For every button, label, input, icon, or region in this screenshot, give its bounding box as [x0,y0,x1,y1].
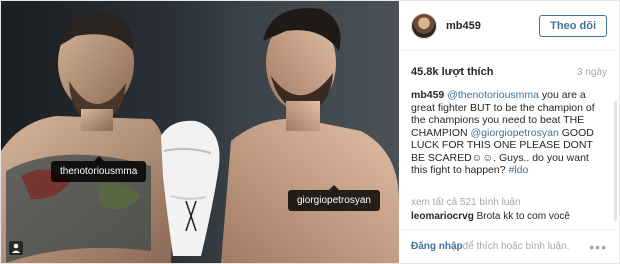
post-time[interactable]: 3 ngày [577,67,607,78]
post-side-panel: mb459 Theo dõi 45.8k lượt thích 3 ngày m… [399,1,619,263]
likes-count[interactable]: 45.8k lượt thích [411,66,493,78]
follow-button[interactable]: Theo dõi [539,14,607,37]
instagram-post-embed: thenotoriousmma giorgiopetrosyan mb459 T… [0,0,620,264]
photo-tag-giorgiopetrosyan[interactable]: giorgiopetrosyan [288,185,380,211]
caption-hashtag[interactable]: #ldo [509,164,529,176]
comment-text: Brota kk to com você [473,211,570,222]
header-username[interactable]: mb459 [446,20,481,32]
comment-item: leomariocrvg Brota kk to com você [399,208,619,222]
footer-hint: để thích hoặc bình luận. [462,241,570,252]
post-header: mb459 Theo dõi [399,1,619,51]
post-photo[interactable]: thenotoriousmma giorgiopetrosyan [1,1,399,263]
caption-mention-thenotoriousmma[interactable]: @thenotoriousmma [447,89,539,101]
login-link[interactable]: Đăng nhập [411,241,463,252]
caption-username[interactable]: mb459 [411,89,444,101]
comments-scrollbar[interactable] [614,101,617,221]
tagged-people-icon[interactable] [9,241,23,255]
caption-mention-giorgiopetrosyan[interactable]: @giorgiopetrosyan [471,127,559,139]
more-options-icon[interactable]: ••• [589,239,607,255]
view-all-comments-link[interactable]: xem tất cả 521 bình luận [399,197,619,208]
post-footer: Đăng nhập để thích hoặc bình luận. ••• [399,229,619,263]
avatar[interactable] [411,12,437,39]
comment-username[interactable]: leomariocrvg [411,211,474,222]
post-stats: 45.8k lượt thích 3 ngày [399,59,619,85]
post-photo-art [1,8,399,263]
photo-tag-thenotoriousmma[interactable]: thenotoriousmma [51,156,147,182]
post-caption: mb459 @thenotoriousmma you are a great f… [399,85,619,195]
